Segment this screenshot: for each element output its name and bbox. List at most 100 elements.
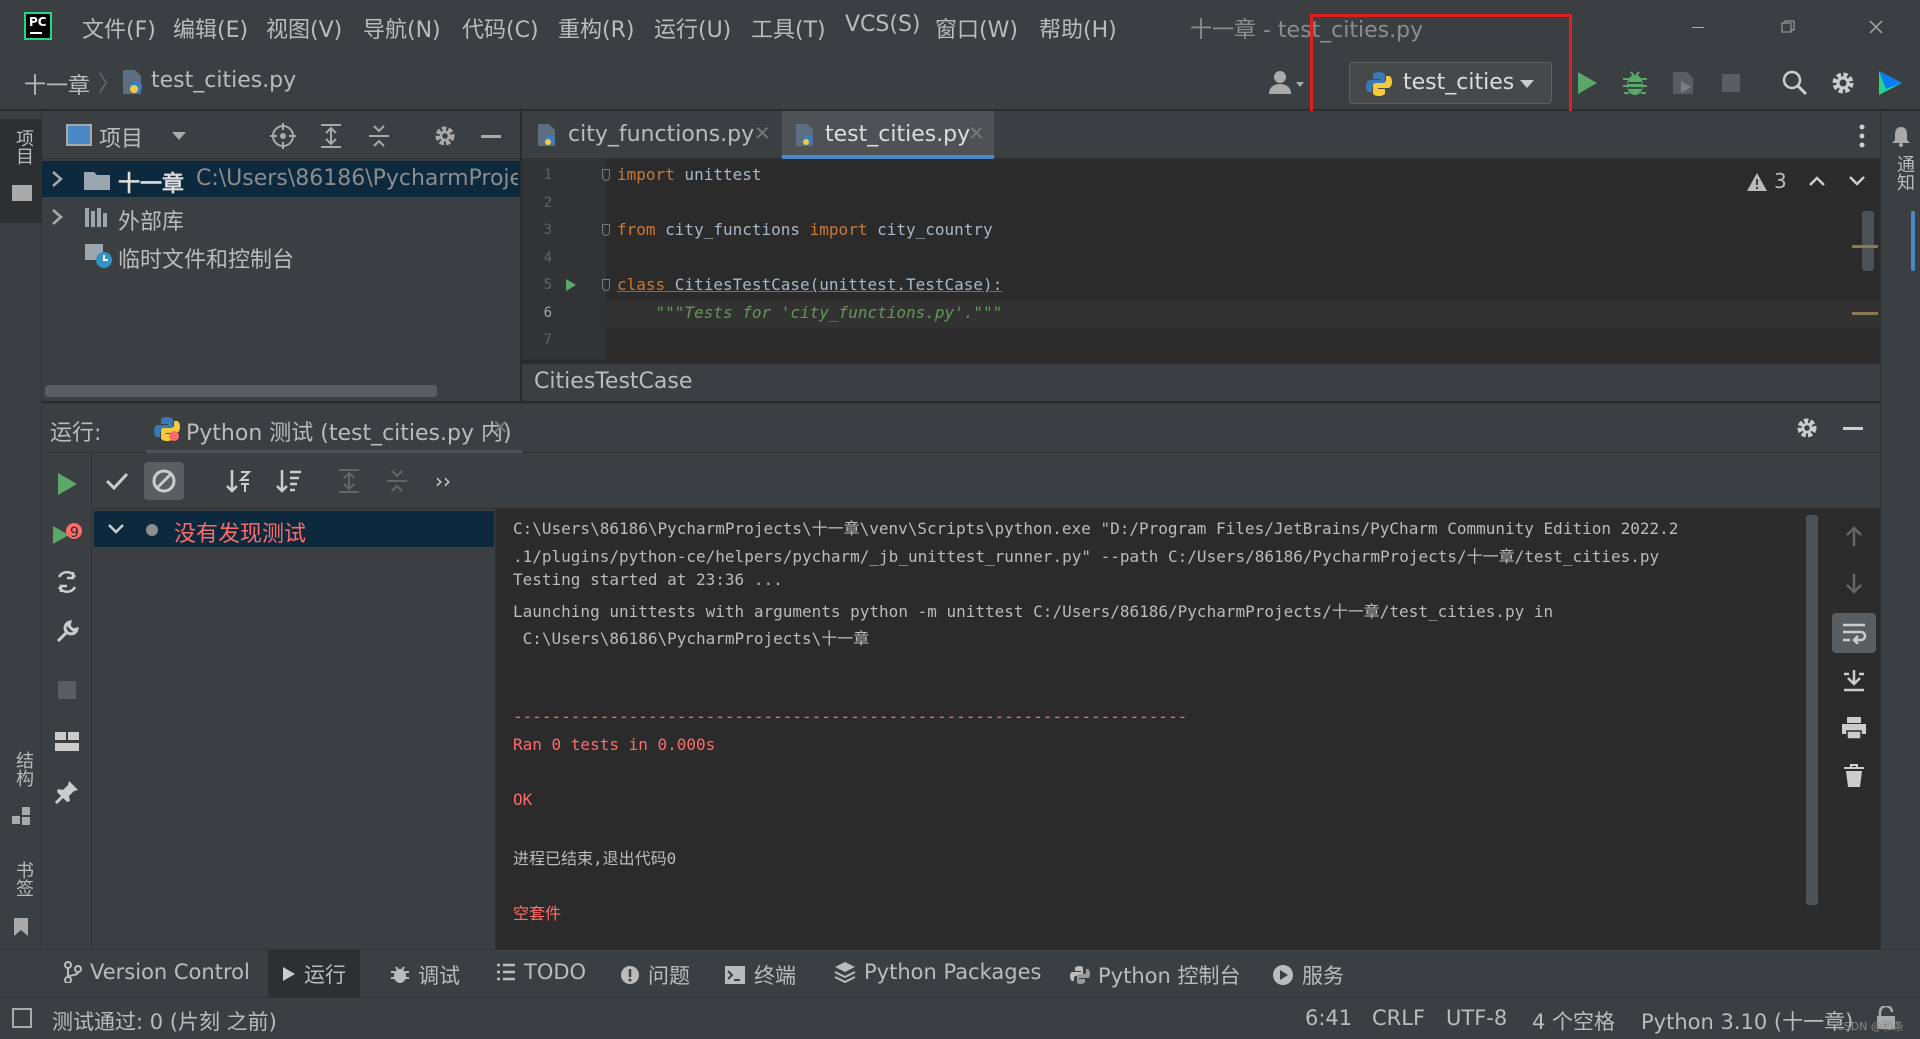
pin-icon[interactable] xyxy=(50,775,84,809)
breadcrumb-root[interactable]: 十一章 xyxy=(24,68,90,100)
error-stripe-mark[interactable] xyxy=(1852,245,1878,248)
project-tool-button[interactable]: 项目 xyxy=(0,119,42,223)
wrench-icon[interactable] xyxy=(50,615,84,649)
toolwindow-todo[interactable]: TODO xyxy=(496,960,586,984)
inspection-widget[interactable]: 3 xyxy=(1746,169,1866,199)
hide-panel-icon[interactable] xyxy=(476,121,506,151)
expand-all-icon[interactable] xyxy=(332,464,366,498)
chevron-right-icon[interactable] xyxy=(51,171,63,187)
status-interpreter[interactable]: Python 3.10 (十一章) xyxy=(1641,1006,1853,1036)
menu-vcs[interactable]: VCS(S) xyxy=(845,12,921,37)
rerun-icon[interactable] xyxy=(50,467,84,501)
console-scrollbar[interactable] xyxy=(1806,515,1818,905)
debug-icon[interactable] xyxy=(1618,66,1652,100)
menu-navigate[interactable]: 导航(N) xyxy=(363,12,441,44)
layout-icon[interactable] xyxy=(50,725,84,759)
bookmarks-tool-button[interactable]: 书签 xyxy=(0,861,42,941)
status-caret-position[interactable]: 6:41 xyxy=(1305,1006,1352,1030)
show-passed-icon[interactable] xyxy=(100,464,134,498)
previous-highlight-icon[interactable] xyxy=(1809,175,1825,187)
status-message[interactable]: 测试通过: 0 (片刻 之前) xyxy=(52,1006,277,1036)
menu-window[interactable]: 窗口(W) xyxy=(935,12,1018,44)
tree-item-project-root[interactable]: 十一章 C:\Users\86186\PycharmProjec xyxy=(42,161,520,197)
close-tab-icon[interactable]: ✕ xyxy=(754,121,771,145)
hide-run-panel-icon[interactable] xyxy=(1838,413,1868,443)
toolwindow-version-control[interactable]: Version Control xyxy=(64,960,250,984)
scroll-to-end-icon[interactable] xyxy=(1836,663,1872,697)
more-actions-icon[interactable]: ›› xyxy=(428,464,458,498)
code-line-6[interactable]: """Tests for 'city_functions.py'.""" xyxy=(617,303,1003,322)
locate-file-icon[interactable] xyxy=(268,121,298,151)
code-line-5[interactable]: class CitiesTestCase(unittest.TestCase): xyxy=(617,275,1002,294)
minimize-icon[interactable] xyxy=(1680,14,1716,40)
menu-code[interactable]: 代码(C) xyxy=(462,12,539,44)
tab-city-functions[interactable]: city_functions.py ✕ xyxy=(522,111,780,159)
soft-wrap-icon[interactable] xyxy=(1832,613,1876,653)
toolwindow-problems[interactable]: 问题 xyxy=(620,960,690,990)
status-line-separator[interactable]: CRLF xyxy=(1372,1006,1425,1030)
run-gutter-icon[interactable] xyxy=(565,278,577,292)
user-account-icon[interactable] xyxy=(1260,66,1312,98)
toggle-auto-test-icon[interactable] xyxy=(50,565,84,599)
fold-marker-icon[interactable] xyxy=(602,224,610,236)
restore-icon[interactable] xyxy=(1770,14,1806,40)
toolwindow-debug[interactable]: 调试 xyxy=(390,960,460,990)
horizontal-scrollbar[interactable] xyxy=(45,385,437,397)
fold-marker-icon[interactable] xyxy=(602,279,610,291)
menu-run[interactable]: 运行(U) xyxy=(654,12,731,44)
toolwindow-python-packages[interactable]: Python Packages xyxy=(834,960,1041,984)
sort-alphabetically-icon[interactable] xyxy=(222,464,256,498)
chevron-right-icon[interactable] xyxy=(51,209,63,225)
scroll-up-icon[interactable] xyxy=(1836,519,1872,553)
status-encoding[interactable]: UTF-8 xyxy=(1446,1006,1507,1030)
toolwindow-python-console[interactable]: Python 控制台 xyxy=(1070,960,1240,990)
editor-breadcrumb-class[interactable]: CitiesTestCase xyxy=(534,369,692,394)
next-highlight-icon[interactable] xyxy=(1849,175,1865,187)
run-icon[interactable] xyxy=(1572,68,1602,98)
project-panel-title[interactable]: 项目 xyxy=(99,121,143,153)
status-indent[interactable]: 4 个空格 xyxy=(1532,1006,1615,1036)
chevron-down-icon[interactable] xyxy=(108,523,124,535)
menu-edit[interactable]: 编辑(E) xyxy=(173,12,248,44)
menu-refactor[interactable]: 重构(R) xyxy=(558,12,634,44)
collapse-all-icon[interactable] xyxy=(380,464,414,498)
notifications-tool-button[interactable]: 通知 xyxy=(1881,125,1920,215)
project-view-chevron-icon[interactable] xyxy=(172,132,186,140)
menu-file[interactable]: 文件(F) xyxy=(82,12,156,44)
toolwindow-services[interactable]: 服务 xyxy=(1272,960,1344,990)
collapse-all-icon[interactable] xyxy=(364,121,394,151)
stop-icon[interactable] xyxy=(1716,68,1746,98)
toolwindow-terminal[interactable]: 终端 xyxy=(724,960,796,990)
settings-gear-icon[interactable] xyxy=(1826,66,1860,100)
error-stripe-mark[interactable] xyxy=(1852,312,1878,315)
sort-by-duration-icon[interactable] xyxy=(272,464,306,498)
menu-tools[interactable]: 工具(T) xyxy=(751,12,826,44)
tree-item-scratches[interactable]: 临时文件和控制台 xyxy=(42,237,520,273)
run-tab[interactable]: Python 测试 (test_cities.py 内) ✕ xyxy=(146,404,522,454)
jetbrains-toolbox-icon[interactable] xyxy=(1872,66,1908,100)
editor-vertical-scrollbar[interactable] xyxy=(1862,211,1874,271)
close-window-icon[interactable] xyxy=(1858,14,1894,40)
test-tree-item[interactable]: 没有发现测试 xyxy=(94,511,494,547)
fold-marker-icon[interactable] xyxy=(602,169,610,181)
print-icon[interactable] xyxy=(1836,711,1872,745)
rerun-failed-icon[interactable]: 9 xyxy=(48,517,88,553)
run-settings-gear-icon[interactable] xyxy=(1792,413,1822,443)
search-icon[interactable] xyxy=(1778,66,1812,100)
stop-icon[interactable] xyxy=(50,673,84,707)
more-options-icon[interactable] xyxy=(1852,121,1872,151)
toolwindow-run[interactable]: 运行 xyxy=(268,950,360,998)
show-ignored-icon[interactable] xyxy=(144,462,184,500)
menu-help[interactable]: 帮助(H) xyxy=(1039,12,1117,44)
breadcrumb-file[interactable]: test_cities.py xyxy=(151,68,296,93)
close-tab-icon[interactable]: ✕ xyxy=(968,121,985,145)
tree-item-external-libraries[interactable]: 外部库 xyxy=(42,199,520,235)
code-line-1[interactable]: import unittest xyxy=(617,165,762,184)
project-settings-gear-icon[interactable] xyxy=(430,121,460,151)
run-with-coverage-icon[interactable] xyxy=(1666,66,1700,100)
close-tab-icon[interactable]: ✕ xyxy=(492,415,509,439)
structure-tool-button[interactable]: 结构 xyxy=(0,751,42,831)
menu-view[interactable]: 视图(V) xyxy=(266,12,342,44)
scroll-down-icon[interactable] xyxy=(1836,567,1872,601)
tab-test-cities[interactable]: test_cities.py ✕ xyxy=(782,111,994,159)
